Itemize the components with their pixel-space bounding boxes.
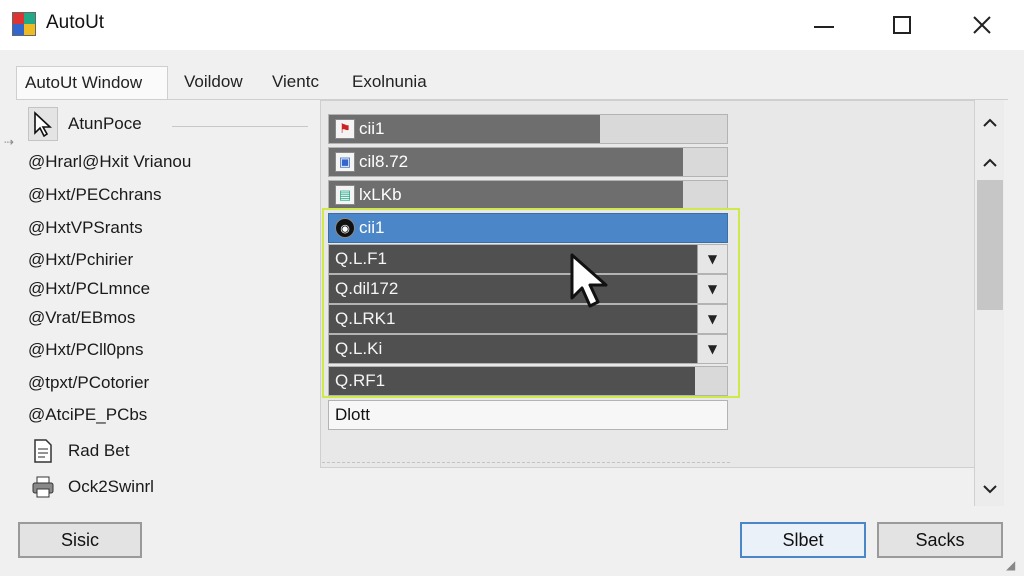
list-item[interactable]: @Hxt/PECchrans (28, 179, 161, 211)
app-item-icon: ▣ (335, 152, 355, 172)
list-row[interactable]: ⚑ cii1 (328, 114, 728, 144)
window-title: AutoUt (46, 12, 105, 33)
list-item[interactable]: @tpxt/PCotorier (28, 367, 149, 399)
document-icon (28, 434, 58, 468)
app-item-icon: ⚑ (335, 119, 355, 139)
resize-grip-icon[interactable]: ◢ (1006, 558, 1015, 572)
scroll-down-button[interactable] (975, 474, 1005, 504)
chevron-up-icon (983, 158, 997, 167)
maximize-button[interactable] (872, 0, 932, 50)
arrow-marker-icon: ⇢ (4, 135, 15, 149)
list-row[interactable]: ▣ cil8.72 (328, 147, 728, 177)
list-item-label: AtunPoce (68, 114, 142, 133)
list-item-label: @Hxt/PCLmnce (28, 279, 151, 298)
chevron-down-icon (983, 485, 997, 494)
sisic-button[interactable]: Sisic (18, 522, 142, 558)
app-item-icon: ▤ (335, 185, 355, 205)
scroll-thumb[interactable] (977, 180, 1003, 310)
divider (172, 126, 308, 127)
divider (322, 462, 730, 463)
chevron-up-icon (983, 118, 997, 127)
list-row[interactable]: ▤ lxLKb (328, 180, 728, 210)
list-item-label: @Hxt/PCll0pns (28, 340, 144, 359)
list-item[interactable]: @Hrarl@Hxit Vrianou (28, 146, 191, 178)
list-item-label: @Hxt/Pchirier (28, 250, 134, 269)
row-label: lxLKb (359, 185, 402, 204)
tab-exolnunia[interactable]: Exolnunia (344, 66, 435, 100)
list-item-label: Ock2Swinrl (68, 477, 154, 496)
tab-voildow[interactable]: Voildow (176, 66, 251, 100)
row-label: cii1 (359, 119, 385, 138)
close-button[interactable] (952, 0, 1012, 50)
list-item-label: @Hxt/PECchrans (28, 185, 162, 204)
minimize-icon (814, 26, 834, 28)
printer-icon (28, 470, 58, 504)
selection-highlight-frame (322, 208, 740, 398)
row-label: cil8.72 (359, 152, 409, 171)
list-item-rad-bet[interactable]: Rad Bet (28, 435, 129, 467)
list-item-label: @HxtVPSrants (28, 218, 143, 237)
list-item-label: @Hrarl@Hxit Vrianou (28, 152, 192, 171)
title-bar: AutoUt (0, 0, 1024, 50)
mouse-cursor-icon (568, 252, 612, 312)
list-item[interactable]: @Hxt/Pchirier (28, 244, 133, 276)
input-value: Dlott (335, 405, 370, 424)
list-item[interactable]: @AtciPE_PCbs (28, 399, 147, 431)
list-item-label: @Vrat/EBmos (28, 308, 136, 327)
close-icon (973, 16, 991, 34)
vertical-scrollbar[interactable] (974, 100, 1004, 506)
list-item[interactable]: @HxtVPSrants (28, 212, 143, 244)
tab-autout-window[interactable]: AutoUt Window (16, 66, 168, 100)
list-item-label: @tpxt/PCotorier (28, 373, 150, 392)
list-item[interactable]: @Hxt/PCLmnce (28, 273, 150, 305)
list-item-label: @AtciPE_PCbs (28, 405, 148, 424)
text-input[interactable]: Dlott (328, 400, 728, 430)
minimize-button[interactable] (794, 0, 854, 50)
list-item-label: Rad Bet (68, 441, 130, 460)
app-icon (12, 12, 36, 36)
pointer-icon (28, 107, 58, 141)
scroll-up-button[interactable] (975, 108, 1005, 138)
scroll-up-button-secondary[interactable] (975, 148, 1005, 178)
maximize-icon (893, 16, 911, 34)
slbet-button[interactable]: Slbet (740, 522, 866, 558)
list-item-ock2swinrl[interactable]: Ock2Swinrl (28, 471, 154, 503)
list-item[interactable]: @Vrat/EBmos (28, 302, 135, 334)
sacks-button[interactable]: Sacks (877, 522, 1003, 558)
list-item-atunpoce[interactable]: AtunPoce (28, 107, 142, 141)
list-item[interactable]: @Hxt/PCll0pns (28, 334, 144, 366)
tab-vientc[interactable]: Vientc (264, 66, 327, 100)
